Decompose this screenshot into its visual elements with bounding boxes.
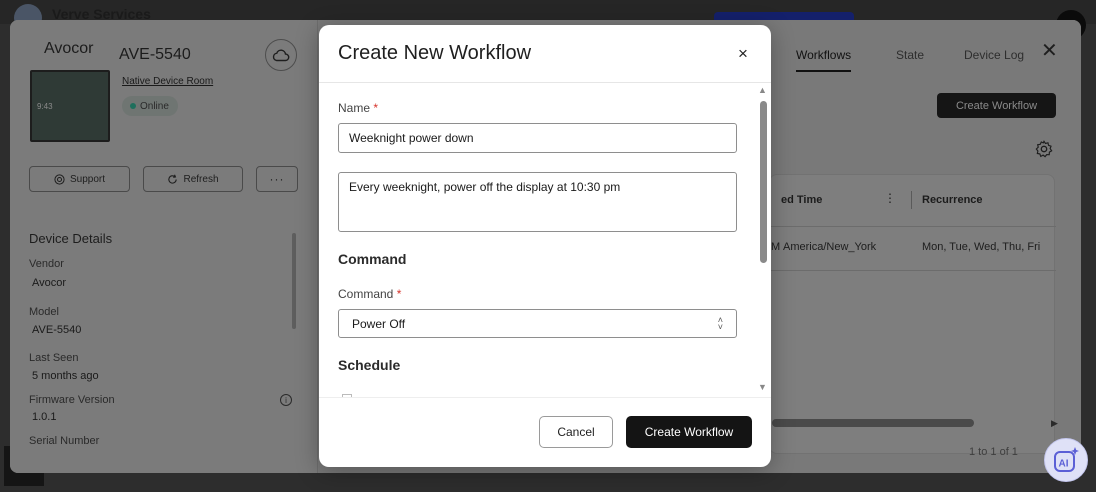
modal-body: Name * Every weeknight, power off the di…	[319, 83, 771, 397]
status-badge: Online	[122, 96, 178, 116]
description-field[interactable]: Every weeknight, power off the display a…	[338, 172, 737, 232]
details-scrollbar[interactable]	[292, 233, 296, 329]
table-header: ed Time ⋮ Recurrence	[770, 175, 1056, 227]
workflows-table: ed Time ⋮ Recurrence M America/New_York …	[769, 174, 1058, 458]
firmware-value: 1.0.1	[32, 411, 57, 423]
column-header-time[interactable]: ed Time	[781, 194, 822, 206]
command-label: Command *	[338, 287, 401, 301]
tab-workflows[interactable]: Workflows	[796, 48, 852, 72]
thumbnail-time: 9:43	[37, 102, 53, 111]
ai-sparkle-icon: AI	[1054, 447, 1079, 472]
cell-recurrence: Mon, Tue, Wed, Thu, Fri	[922, 241, 1041, 253]
refresh-label: Refresh	[183, 173, 219, 185]
device-thumbnail: 9:43	[30, 70, 110, 142]
svg-text:AI: AI	[1059, 459, 1069, 470]
drawer-close-icon[interactable]: ✕	[1041, 38, 1058, 63]
model-value: AVE-5540	[32, 324, 82, 336]
name-label-text: Name	[338, 101, 371, 115]
scroll-up-icon[interactable]: ▲	[758, 85, 767, 95]
column-header-recurrence[interactable]: Recurrence	[922, 194, 983, 206]
tab-device-log[interactable]: Device Log	[964, 48, 1024, 62]
create-workflow-button-bg[interactable]: Create Workflow	[937, 93, 1056, 118]
modal-title: Create New Workflow	[338, 42, 532, 64]
modal-footer-divider	[319, 397, 771, 398]
status-dot-icon	[130, 103, 136, 109]
cancel-button[interactable]: Cancel	[539, 416, 613, 448]
vendor-label: Vendor	[29, 258, 64, 270]
name-label: Name *	[338, 101, 378, 115]
required-marker: *	[373, 101, 379, 115]
device-model: AVE-5540	[119, 46, 191, 63]
modal-scrollbar-thumb[interactable]	[760, 101, 767, 263]
status-text: Online	[140, 100, 169, 112]
scroll-down-icon[interactable]: ▼	[758, 382, 767, 392]
close-icon[interactable]: ×	[738, 44, 748, 64]
cloud-button[interactable]	[265, 39, 297, 71]
device-brand: Avocor	[44, 40, 94, 57]
more-options-button[interactable]: ···	[256, 166, 298, 192]
refresh-button[interactable]: Refresh	[143, 166, 243, 192]
command-select[interactable]: Power Off ˄ ˅	[338, 309, 737, 338]
last-seen-value: 5 months ago	[32, 370, 99, 382]
column-menu-icon[interactable]: ⋮	[884, 191, 896, 205]
horizontal-scrollbar[interactable]	[772, 419, 974, 427]
cell-timezone: America/New_York	[783, 241, 877, 253]
cell-time-prefix: M	[771, 241, 781, 253]
support-button[interactable]: Support	[29, 166, 130, 192]
vendor-value: Avocor	[32, 277, 67, 289]
last-seen-label: Last Seen	[29, 352, 79, 364]
create-workflow-modal: Create New Workflow × Name * Every weekn…	[319, 25, 771, 467]
serial-number-label: Serial Number	[29, 435, 100, 447]
scroll-right-icon[interactable]: ▶	[1051, 418, 1058, 429]
device-summary-panel: Avocor AVE-5540 9:43 Native Device Room …	[10, 20, 318, 473]
required-marker: *	[396, 287, 402, 301]
select-chevron-icon: ˄ ˅	[717, 314, 723, 332]
cloud-icon	[272, 49, 290, 62]
schedule-section-title: Schedule	[338, 357, 401, 373]
refresh-icon	[168, 174, 178, 184]
model-label: Model	[29, 306, 59, 318]
support-icon	[54, 173, 65, 185]
tab-state[interactable]: State	[896, 48, 924, 62]
gear-icon[interactable]	[1035, 140, 1053, 158]
column-divider	[911, 191, 912, 209]
command-label-text: Command	[338, 287, 394, 301]
device-details-title: Device Details	[29, 231, 113, 246]
pagination-summary: 1 to 1 of 1	[969, 446, 1018, 458]
support-label: Support	[69, 173, 106, 185]
name-field[interactable]	[338, 123, 737, 153]
command-select-value: Power Off	[352, 316, 406, 331]
create-workflow-button[interactable]: Create Workflow	[626, 416, 752, 448]
ai-assistant-button[interactable]: AI	[1044, 438, 1088, 482]
device-room-link[interactable]: Native Device Room	[122, 76, 213, 87]
command-section-title: Command	[338, 251, 407, 267]
info-icon[interactable]: i	[280, 394, 292, 406]
firmware-label: Firmware Version	[29, 394, 115, 406]
